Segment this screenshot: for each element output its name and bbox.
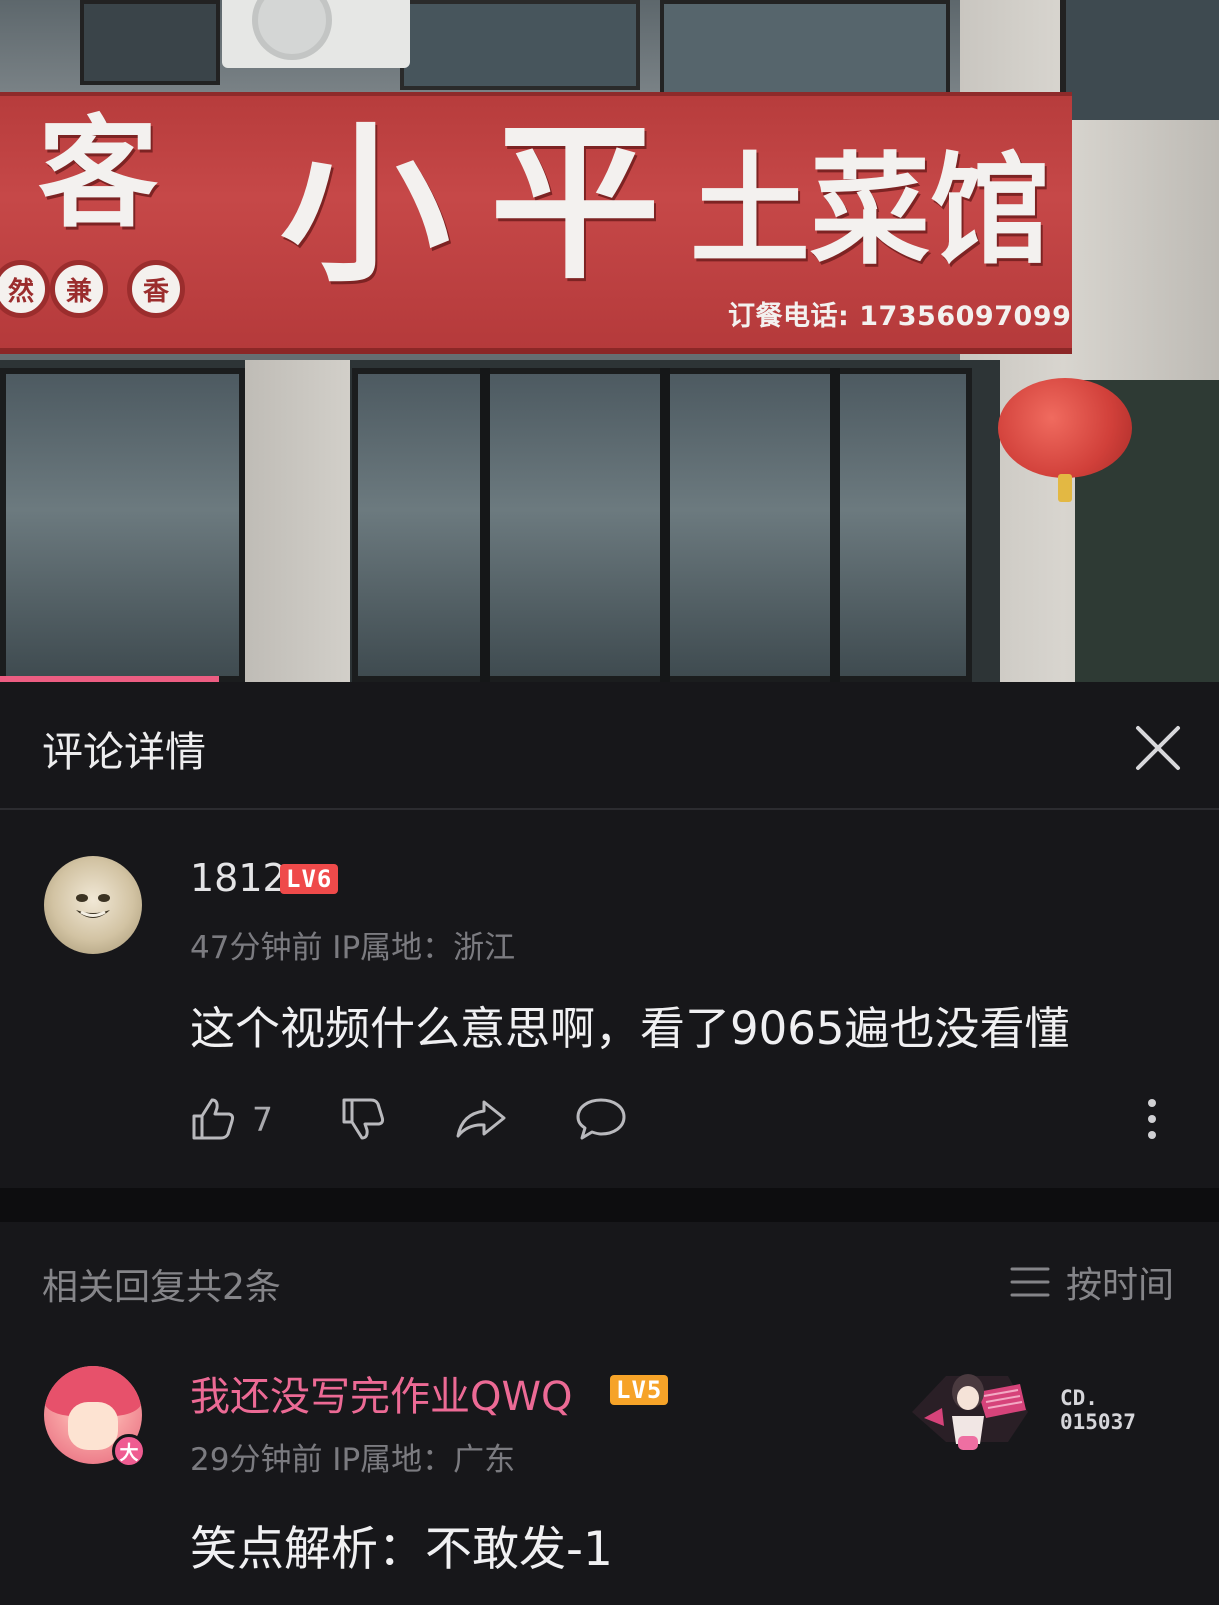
sign-char: 菜 xyxy=(810,140,930,281)
air-conditioner xyxy=(222,0,410,68)
vip-badge: 大 xyxy=(112,1434,146,1468)
section-divider xyxy=(0,1188,1219,1222)
sign-char: 馆 xyxy=(930,140,1050,281)
panel-title: 评论详情 xyxy=(42,728,206,776)
lantern-tassel xyxy=(1058,474,1072,502)
sign-round-badge: 兼 xyxy=(50,260,108,318)
thumbs-up-icon xyxy=(192,1098,235,1140)
avatar-face xyxy=(68,1402,118,1450)
username[interactable]: 我还没写完作业QWQ xyxy=(190,1364,573,1422)
decoration-card-text: CD. 015037 xyxy=(1060,1386,1136,1434)
avatar-face-graphic xyxy=(76,894,110,918)
sign-char: 平 xyxy=(490,103,661,303)
panel-header: 评论详情 xyxy=(0,682,1219,810)
comment-detail-panel: 评论详情 1812- LV6 47分钟前 IP属地：浙江 这个视频什么意思啊，看… xyxy=(0,682,1219,1605)
level-badge: LV6 xyxy=(280,864,339,894)
sort-label: 按时间 xyxy=(1066,1265,1175,1306)
building-window xyxy=(660,0,950,100)
reply-button[interactable] xyxy=(574,1092,628,1146)
decoration-card-number: CD. 015037 xyxy=(1060,1386,1160,1434)
sort-button[interactable]: 按时间 xyxy=(1010,1256,1174,1308)
sign-char: 小 xyxy=(280,106,451,306)
replies-header: 相关回复共2条 按时间 xyxy=(0,1234,1219,1314)
red-lantern xyxy=(998,378,1132,478)
reply-icon xyxy=(576,1098,626,1140)
replies-count: 相关回复共2条 xyxy=(42,1267,281,1308)
comment-meta: 29分钟前 IP属地：广东 xyxy=(190,1442,516,1478)
pillar xyxy=(245,360,350,682)
thumbs-down-icon xyxy=(342,1098,385,1140)
door-frame xyxy=(480,368,490,682)
sign-round-badge: 香 xyxy=(127,260,185,318)
restaurant-sign: 客 小 平 土 菜 馆 然 兼 香 订餐电话: 17356097099 xyxy=(0,92,1072,354)
comment-meta: 47分钟前 IP属地：浙江 xyxy=(190,930,516,966)
video-player[interactable]: 客 小 平 土 菜 馆 然 兼 香 订餐电话: 17356097099 xyxy=(0,0,1219,682)
level-badge: LV5 xyxy=(610,1375,669,1405)
sign-phone: 订餐电话: 17356097099 xyxy=(728,301,1072,332)
storefront xyxy=(0,360,1000,682)
building-window xyxy=(80,0,220,85)
more-icon xyxy=(1148,1099,1156,1139)
main-comment: 1812- LV6 47分钟前 IP属地：浙江 这个视频什么意思啊，看了9065… xyxy=(0,812,1219,1192)
like-button[interactable]: 7 xyxy=(188,1092,273,1146)
shop-window xyxy=(0,368,245,682)
building-window xyxy=(400,0,640,90)
more-options-button[interactable] xyxy=(1140,1092,1164,1146)
dislike-button[interactable] xyxy=(338,1092,388,1146)
avatar[interactable] xyxy=(44,856,142,954)
building-window xyxy=(1060,0,1219,120)
close-icon xyxy=(1136,726,1180,770)
door-frame xyxy=(660,368,670,682)
comment-text: 笑点解析：不敢发-1 xyxy=(190,1522,613,1577)
reply-item: 大 我还没写完作业QWQ LV5 29分钟前 IP属地：广东 笑点解析：不敢发-… xyxy=(0,1342,1219,1605)
door-frame xyxy=(830,368,840,682)
sign-round-badge: 然 xyxy=(0,260,50,318)
close-button[interactable] xyxy=(1130,720,1186,776)
sign-char: 客 xyxy=(38,103,158,244)
comment-text: 这个视频什么意思啊，看了9065遍也没看懂 xyxy=(190,1002,1070,1055)
decoration-card-icon xyxy=(912,1374,1028,1450)
sign-char: 土 xyxy=(690,140,810,281)
share-icon xyxy=(456,1100,506,1138)
menu-lines-icon xyxy=(1010,1267,1050,1297)
share-button[interactable] xyxy=(454,1092,508,1146)
like-count: 7 xyxy=(252,1099,273,1139)
ac-fan xyxy=(252,0,332,60)
